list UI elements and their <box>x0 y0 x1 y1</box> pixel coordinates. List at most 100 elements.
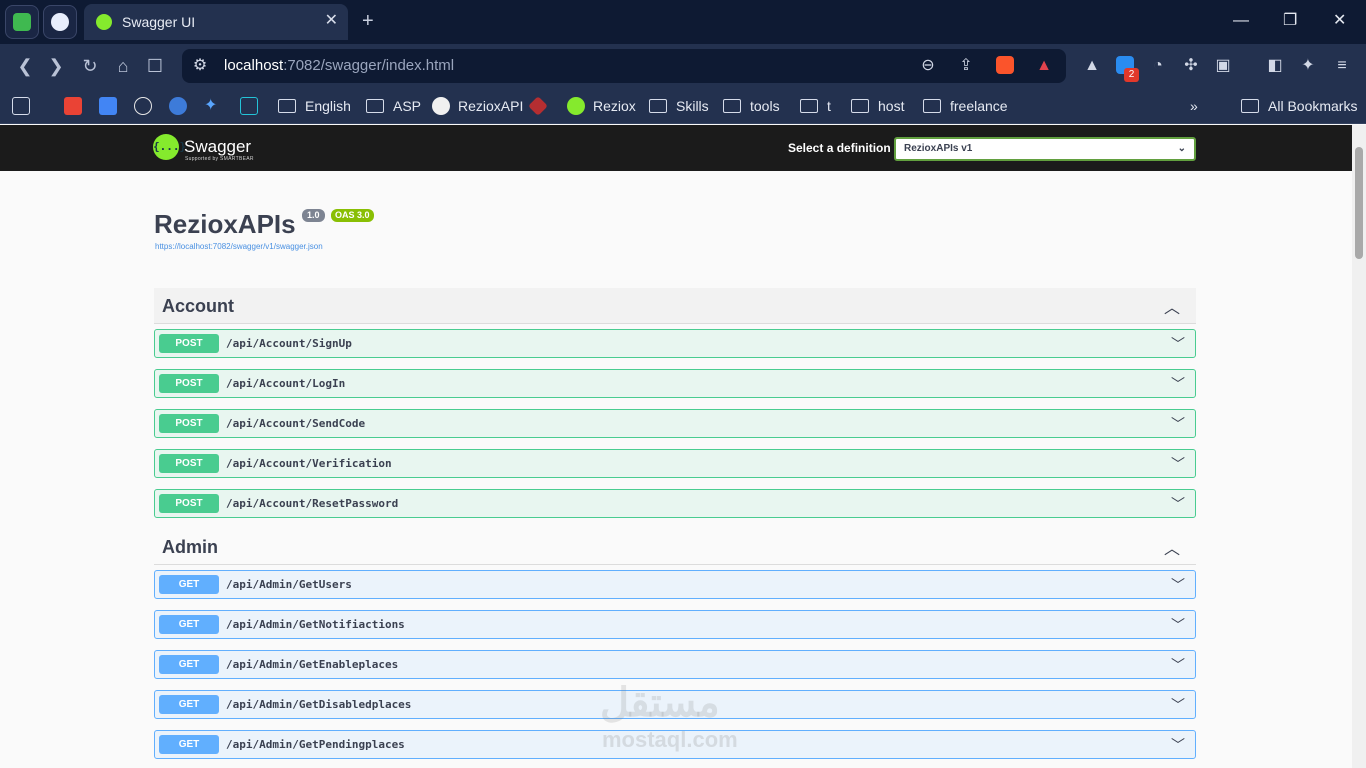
oas-badge: OAS 3.0 <box>331 209 374 222</box>
url-text[interactable]: localhost:7082/swagger/index.html <box>224 57 454 74</box>
page-scrollbar[interactable] <box>1352 125 1366 768</box>
swagger-logo-icon[interactable]: {...} <box>153 134 186 160</box>
menu-icon[interactable]: ≡ <box>1332 56 1352 76</box>
folder-icon <box>800 99 818 113</box>
brave-shields-icon[interactable] <box>996 56 1014 74</box>
chevron-down-icon[interactable]: ﹀ <box>1171 655 1185 675</box>
reload-icon[interactable]: ↻ <box>79 55 101 77</box>
operation-row[interactable]: POST /api/Account/Verification ﹀ <box>154 449 1196 478</box>
chatgpt-icon[interactable] <box>134 97 152 115</box>
bookmark-skills[interactable]: Skills <box>649 96 709 116</box>
chevron-down-icon[interactable]: ﹀ <box>1171 695 1185 715</box>
leo-ai-icon[interactable]: ✦ <box>1298 56 1318 76</box>
folder-icon <box>649 99 667 113</box>
gmail-icon[interactable] <box>64 97 82 115</box>
scrollbar-thumb[interactable] <box>1355 147 1363 259</box>
bookmark-t[interactable]: t <box>800 96 831 116</box>
bookmark-english[interactable]: English <box>278 96 351 116</box>
screenshot-icon[interactable]: ▣ <box>1213 56 1233 76</box>
bookmark-label: RezioxAPI <box>458 98 524 114</box>
operation-path: /api/Account/SignUp <box>226 337 352 350</box>
operation-row[interactable]: POST /api/Account/ResetPassword ﹀ <box>154 489 1196 518</box>
operation-row[interactable]: POST /api/Account/LogIn ﹀ <box>154 369 1196 398</box>
forward-icon[interactable]: ❯ <box>45 55 67 77</box>
swagger-topbar: {...} Swagger Supported by SMARTBEAR Sel… <box>0 125 1352 171</box>
bookmark-label: Skills <box>676 98 709 114</box>
operation-row[interactable]: POST /api/Account/SignUp ﹀ <box>154 329 1196 358</box>
back-icon[interactable]: ❮ <box>14 55 36 77</box>
chevron-down-icon[interactable]: ﹀ <box>1171 414 1185 434</box>
method-badge: GET <box>159 735 219 754</box>
grammarly-button[interactable] <box>43 5 77 39</box>
bookmark-ext-icon[interactable] <box>169 97 187 115</box>
chevron-up-icon[interactable]: ︿ <box>1164 535 1180 559</box>
chevron-down-icon[interactable]: ﹀ <box>1171 735 1185 755</box>
chevron-down-icon[interactable]: ﹀ <box>1171 334 1185 354</box>
method-badge: POST <box>159 374 219 393</box>
select-definition-label: Select a definition <box>788 141 891 155</box>
gemini-icon[interactable]: ✦ <box>204 97 222 115</box>
extensions-puzzle-icon[interactable]: ✣ <box>1181 56 1201 76</box>
google-translate-icon[interactable] <box>99 97 117 115</box>
spec-url-link[interactable]: https://localhost:7082/swagger/v1/swagge… <box>155 242 323 251</box>
more-bookmarks-button[interactable]: » <box>1190 96 1198 116</box>
operation-path: /api/Account/ResetPassword <box>226 497 399 510</box>
operation-row[interactable]: GET /api/Admin/GetEnableplaces ﹀ <box>154 650 1196 679</box>
method-badge: POST <box>159 334 219 353</box>
bookmark-app-icon[interactable] <box>240 97 258 115</box>
brave-rewards-icon[interactable]: ▲ <box>1034 56 1054 76</box>
definition-select[interactable]: RezioxAPIs v1 ⌄ <box>894 137 1196 161</box>
swagger-brand-sub: Supported by SMARTBEAR <box>185 156 254 162</box>
chevron-double-right-icon: » <box>1190 98 1198 114</box>
site-info-icon[interactable]: ⚙ <box>190 56 210 76</box>
workspace-icon <box>13 13 31 31</box>
method-badge: POST <box>159 414 219 433</box>
operation-row[interactable]: POST /api/Account/SendCode ﹀ <box>154 409 1196 438</box>
swagger-page: {...} Swagger Supported by SMARTBEAR Sel… <box>0 125 1352 768</box>
home-icon[interactable]: ⌂ <box>112 55 134 77</box>
api-title: RezioxAPIs <box>154 209 296 239</box>
maximize-button[interactable]: ❐ <box>1283 12 1297 30</box>
operation-row[interactable]: GET /api/Admin/GetNotifiactions ﹀ <box>154 610 1196 639</box>
tab-close-icon[interactable]: ✕ <box>325 12 338 30</box>
bookmark-host[interactable]: host <box>851 96 904 116</box>
bookmark-page-icon[interactable]: ☐ <box>144 55 166 77</box>
bookmark-freelance[interactable]: freelance <box>923 96 1008 116</box>
bookmark-reziox[interactable]: Reziox <box>567 96 636 116</box>
address-bar[interactable]: ⚙ localhost:7082/swagger/index.html ⊖ ⇪ … <box>182 49 1066 83</box>
chevron-down-icon[interactable]: ﹀ <box>1171 615 1185 635</box>
method-badge: POST <box>159 454 219 473</box>
bookmark-asp[interactable]: ASP <box>366 96 421 116</box>
sidebar-icon[interactable]: ◧ <box>1265 56 1285 76</box>
method-badge: GET <box>159 615 219 634</box>
chevron-down-icon[interactable]: ﹀ <box>1171 575 1185 595</box>
chevron-down-icon[interactable]: ﹀ <box>1171 454 1185 474</box>
tab-swagger-ui[interactable]: Swagger UI ✕ <box>84 4 348 40</box>
angular-icon[interactable] <box>528 96 548 116</box>
swagger-icon <box>567 97 585 115</box>
new-tab-button[interactable]: + <box>362 10 374 32</box>
minimize-button[interactable]: — <box>1233 12 1249 30</box>
chevron-up-icon[interactable]: ︿ <box>1164 294 1180 318</box>
watermark-arabic: مستقل <box>600 681 720 725</box>
zoom-icon[interactable]: ⊖ <box>918 56 938 76</box>
chevron-down-icon: ⌄ <box>1177 143 1186 154</box>
all-bookmarks-button[interactable]: All Bookmarks <box>1241 96 1357 116</box>
bookmark-rezioxapi[interactable]: RezioxAPI <box>432 96 523 116</box>
watermark-latin: mostaql.com <box>602 727 738 752</box>
speedometer-icon[interactable]: ◔ <box>1148 56 1168 76</box>
operation-row[interactable]: GET /api/Admin/GetUsers ﹀ <box>154 570 1196 599</box>
close-window-button[interactable]: ✕ <box>1333 12 1346 30</box>
share-icon[interactable]: ⇪ <box>956 56 976 76</box>
extension-mountain-icon[interactable]: ▲ <box>1082 56 1102 76</box>
section-header-account[interactable]: Account ︿ <box>154 288 1196 324</box>
section-header-admin[interactable]: Admin ︿ <box>154 529 1196 565</box>
bookmark-tools[interactable]: tools <box>723 96 780 116</box>
all-bookmarks-label: All Bookmarks <box>1268 98 1358 114</box>
swagger-brand: Swagger <box>184 137 252 156</box>
workspace-button[interactable] <box>5 5 39 39</box>
chevron-down-icon[interactable]: ﹀ <box>1171 374 1185 394</box>
chevron-down-icon[interactable]: ﹀ <box>1171 494 1185 514</box>
operation-path: /api/Admin/GetPendingplaces <box>226 738 405 751</box>
apps-grid-icon[interactable] <box>12 97 30 115</box>
